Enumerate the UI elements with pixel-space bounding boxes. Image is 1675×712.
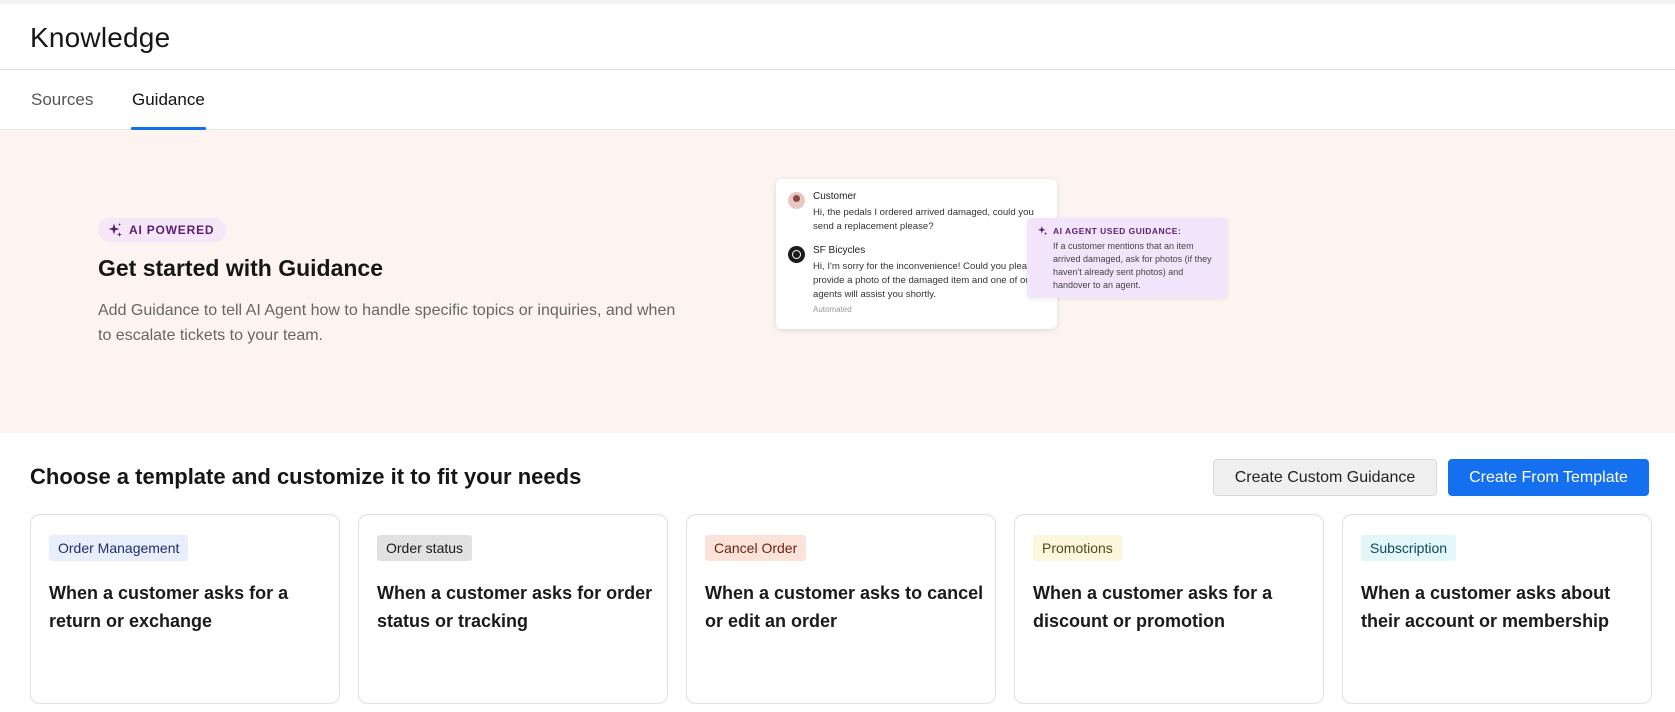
template-tag: Order Management <box>49 535 189 561</box>
sparkle-icon <box>108 223 122 237</box>
agent-message: SF Bicycles Hi, I'm sorry for the inconv… <box>788 245 1043 314</box>
create-from-template-button[interactable]: Create From Template <box>1448 459 1649 496</box>
template-card-order-status[interactable]: Order status When a customer asks for or… <box>358 514 668 704</box>
tab-bar: Sources Guidance <box>0 70 1675 130</box>
customer-avatar <box>788 192 805 209</box>
badge-label: AI POWERED <box>129 223 215 237</box>
tab-sources[interactable]: Sources <box>31 90 93 110</box>
template-text: When a customer asks for order status or… <box>377 583 653 631</box>
template-card-cancel-order[interactable]: Cancel Order When a customer asks to can… <box>686 514 996 704</box>
customer-message-text: Hi, the pedals I ordered arrived damaged… <box>813 207 1034 232</box>
hero-description: Add Guidance to tell AI Agent how to han… <box>98 302 676 344</box>
template-tag: Promotions <box>1033 535 1122 561</box>
active-tab-indicator <box>131 127 206 130</box>
ai-powered-badge: AI POWERED <box>98 218 227 242</box>
template-text: When a customer asks to cancel or edit a… <box>705 583 984 631</box>
template-tag: Order status <box>377 535 473 561</box>
chat-preview-card: Customer Hi, the pedals I ordered arrive… <box>776 179 1057 329</box>
sparkle-icon <box>1038 226 1048 236</box>
brand-avatar <box>788 246 805 263</box>
template-text: When a customer asks for a return or exc… <box>49 583 289 631</box>
template-text: When a customer asks for a discount or p… <box>1033 583 1273 631</box>
template-card-order-management[interactable]: Order Management When a customer asks fo… <box>30 514 340 704</box>
template-card-promotions[interactable]: Promotions When a customer asks for a di… <box>1014 514 1324 704</box>
automated-label: Automated <box>813 305 852 314</box>
template-card-subscription[interactable]: Subscription When a customer asks about … <box>1342 514 1652 704</box>
template-tag: Subscription <box>1361 535 1457 561</box>
guidance-hero: AI POWERED Get started with Guidance Add… <box>0 131 1675 433</box>
page-title: Knowledge <box>30 22 171 53</box>
hero-title: Get started with Guidance <box>98 255 383 281</box>
templates-section-title: Choose a template and customize it to fi… <box>30 464 582 489</box>
guidance-used-card: AI AGENT USED GUIDANCE: If a customer me… <box>1027 218 1227 298</box>
agent-name: SF Bicycles <box>813 245 866 256</box>
agent-message-text: Hi, I'm sorry for the inconvenience! Cou… <box>813 261 1038 300</box>
tab-guidance[interactable]: Guidance <box>132 90 205 110</box>
guidance-used-text: If a customer mentions that an item arri… <box>1053 241 1212 290</box>
create-custom-guidance-button[interactable]: Create Custom Guidance <box>1213 459 1437 496</box>
guidance-used-label: AI AGENT USED GUIDANCE: <box>1053 225 1182 236</box>
customer-name: Customer <box>813 191 857 202</box>
template-text: When a customer asks about their account… <box>1361 583 1611 631</box>
page-header: Knowledge <box>0 0 1675 70</box>
customer-message: Customer Hi, the pedals I ordered arrive… <box>788 191 1043 234</box>
template-tag: Cancel Order <box>705 535 807 561</box>
